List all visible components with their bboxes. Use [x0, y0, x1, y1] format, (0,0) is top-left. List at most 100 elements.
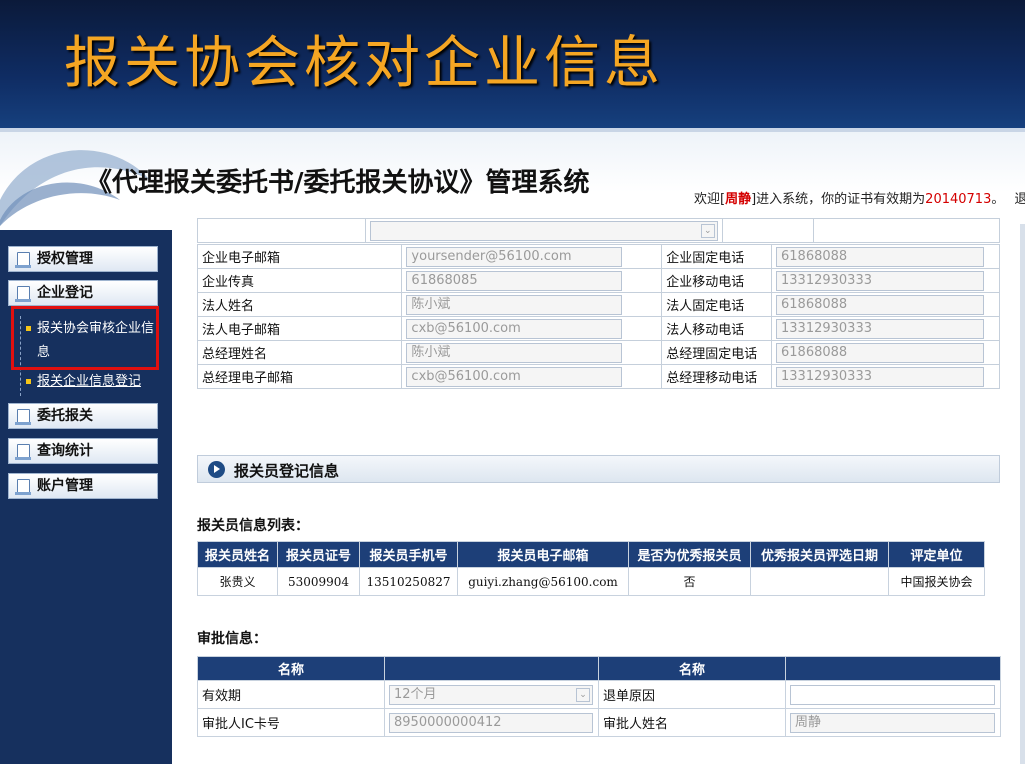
form-label: 企业电子邮箱: [196, 244, 403, 269]
table-row[interactable]: 张贵义 53009904 13510250827 guiyi.zhang@561…: [197, 567, 985, 596]
form-label: 企业固定电话: [661, 244, 773, 269]
form-label: 审批人姓名: [598, 708, 786, 737]
approver-name-field[interactable]: 周静: [790, 712, 995, 733]
return-reason-field[interactable]: [790, 684, 995, 705]
sidebar-item-account[interactable]: 账户管理: [8, 473, 158, 499]
sidebar-item-label: 委托报关: [37, 408, 93, 424]
cert-date: 20140713: [925, 192, 992, 207]
approval-table: 名称 名称 有效期 12个月 ⌄ 退单原因 审批人IC卡号 8950000000…: [197, 656, 1001, 737]
welcome-prefix: 欢迎[: [694, 192, 726, 207]
form-label: 法人移动电话: [661, 316, 773, 341]
scrollbar-track[interactable]: [1020, 224, 1025, 764]
text-field[interactable]: cxb@56100.com: [406, 318, 623, 339]
text-field[interactable]: yoursender@56100.com: [406, 246, 623, 267]
column-header: 报关员证号: [277, 541, 360, 568]
slide: 报关协会核对企业信息 《代理报关委托书/委托报关协议》管理系统 欢迎[周静]进入…: [0, 0, 1025, 764]
sidebar-item-auth[interactable]: 授权管理: [8, 246, 158, 272]
table-cell: 53009904: [277, 567, 360, 596]
text-field[interactable]: 61868088: [776, 294, 985, 315]
text-field[interactable]: cxb@56100.com: [406, 366, 623, 387]
sidebar-subitem-label: 报关企业信息登记: [37, 374, 142, 389]
user-name: 周静: [725, 192, 752, 207]
bullet-icon: [26, 379, 31, 384]
document-icon: [15, 444, 31, 460]
form-label: 总经理固定电话: [661, 340, 773, 365]
document-icon: [15, 479, 31, 495]
table-cell: 中国报关协会: [888, 567, 985, 596]
form-row: 法人姓名 陈小斌 法人固定电话 61868088: [196, 292, 1000, 317]
sidebar-subitem-register[interactable]: 报关企业信息登记: [26, 371, 141, 393]
table-cell: 否: [628, 567, 751, 596]
welcome-suffix: 。: [991, 192, 1005, 207]
form-label: 审批人IC卡号: [197, 708, 385, 737]
document-icon: [15, 286, 31, 302]
column-header: 名称: [598, 656, 786, 681]
document-icon: [15, 409, 31, 425]
section-header[interactable]: 报关员登记信息: [197, 455, 1000, 483]
table-row: 审批人IC卡号 8950000000412 审批人姓名 周静: [197, 708, 1001, 737]
form-row: 总经理电子邮箱 cxb@56100.com 总经理移动电话 1331293033…: [196, 364, 1000, 389]
text-field[interactable]: 13312930333: [776, 366, 985, 387]
form-label: 企业移动电话: [661, 268, 773, 293]
form-label: 总经理移动电话: [661, 364, 773, 389]
select-value: 12个月: [394, 686, 437, 702]
text-field[interactable]: 61868088: [776, 342, 985, 363]
welcome-mid: ]进入系统，你的证书有效期为: [751, 192, 926, 207]
table-header-row: 名称 名称: [197, 656, 1001, 681]
form-label: 总经理姓名: [196, 340, 403, 365]
sidebar-item-entrust[interactable]: 委托报关: [8, 403, 158, 429]
sidebar-item-query[interactable]: 查询统计: [8, 438, 158, 464]
form-row: 企业传真 61868085 企业移动电话 13312930333: [196, 268, 1000, 293]
section-title: 报关员登记信息: [234, 462, 340, 480]
declarant-list-heading: 报关员信息列表：: [197, 518, 309, 534]
form-row: 法人电子邮箱 cxb@56100.com 法人移动电话 13312930333: [196, 316, 1000, 341]
column-header: 优秀报关员评选日期: [750, 541, 889, 568]
form-label: 法人姓名: [196, 292, 403, 317]
text-field[interactable]: 陈小斌: [406, 294, 623, 315]
sidebar-item-label: 企业登记: [37, 285, 93, 301]
table-cell: [750, 567, 889, 596]
sidebar-item-label: 查询统计: [37, 443, 93, 459]
chevron-down-icon: ⌄: [700, 223, 715, 238]
select-field[interactable]: ⌄: [369, 220, 718, 241]
declarant-table: 报关员姓名 报关员证号 报关员手机号 报关员电子邮箱 是否为优秀报关员 优秀报关…: [197, 541, 985, 596]
column-header: [384, 656, 599, 681]
validity-select[interactable]: 12个月 ⌄: [389, 684, 593, 705]
column-header: 是否为优秀报关员: [628, 541, 751, 568]
table-cell: 13510250827: [359, 567, 458, 596]
approval-heading: 审批信息：: [197, 631, 267, 647]
text-field[interactable]: 陈小斌: [406, 342, 623, 363]
table-cell: guiyi.zhang@56100.com: [457, 567, 629, 596]
form-label: 法人电子邮箱: [196, 316, 403, 341]
column-header: 名称: [197, 656, 385, 681]
table-header-row: 报关员姓名 报关员证号 报关员手机号 报关员电子邮箱 是否为优秀报关员 优秀报关…: [197, 541, 985, 568]
sidebar-item-label: 授权管理: [37, 251, 93, 267]
company-form-top: ⌄: [197, 218, 1001, 243]
column-header: [785, 656, 1001, 681]
table-cell: 张贵义: [197, 567, 278, 596]
text-field[interactable]: 61868088: [776, 246, 985, 267]
system-title: 《代理报关委托书/委托报关协议》管理系统: [86, 168, 590, 198]
ic-card-field[interactable]: 8950000000412: [389, 712, 593, 733]
logout-link[interactable]: 退出: [1014, 192, 1025, 207]
column-header: 评定单位: [888, 541, 985, 568]
form-label: 总经理电子邮箱: [196, 364, 403, 389]
form-row: 企业电子邮箱 yoursender@56100.com 企业固定电话 61868…: [196, 244, 1000, 269]
text-field[interactable]: 61868085: [406, 270, 623, 291]
form-label: 法人固定电话: [661, 292, 773, 317]
company-form: 企业电子邮箱 yoursender@56100.com 企业固定电话 61868…: [196, 244, 1000, 389]
sidebar-item-label: 账户管理: [37, 478, 93, 494]
form-label: 企业传真: [196, 268, 403, 293]
form-row: 总经理姓名 陈小斌 总经理固定电话 61868088: [196, 340, 1000, 365]
highlight-box: [11, 306, 159, 370]
form-label: 有效期: [197, 680, 385, 709]
arrow-circle-icon: [208, 461, 225, 478]
sidebar-item-company-register[interactable]: 企业登记: [8, 280, 158, 306]
column-header: 报关员姓名: [197, 541, 278, 568]
slide-title: 报关协会核对企业信息: [64, 31, 664, 96]
column-header: 报关员手机号: [359, 541, 458, 568]
text-field[interactable]: 13312930333: [776, 318, 985, 339]
document-icon: [15, 252, 31, 268]
text-field[interactable]: 13312930333: [776, 270, 985, 291]
welcome-text: 欢迎[周静]进入系统，你的证书有效期为20140713。退出: [694, 188, 1025, 207]
